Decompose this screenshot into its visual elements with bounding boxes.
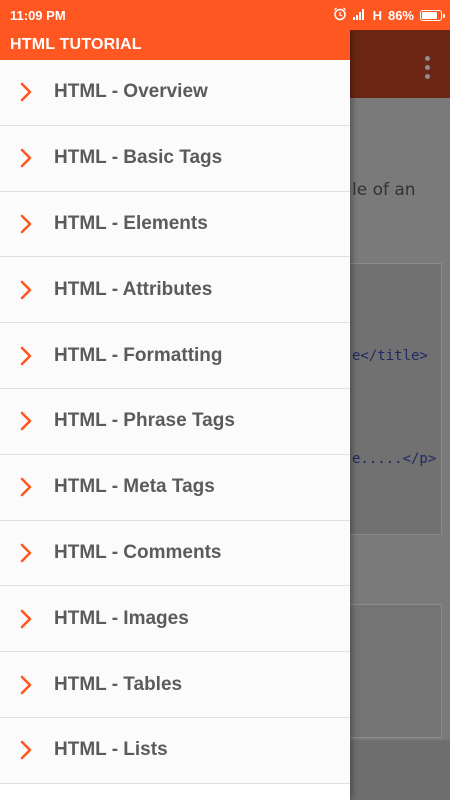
- menu-item[interactable]: HTML - Phrase Tags: [0, 388, 350, 455]
- menu-item-label: HTML - Phrase Tags: [54, 410, 235, 432]
- menu-item[interactable]: HTML - Images: [0, 586, 350, 653]
- menu-item-label: HTML - Attributes: [54, 278, 213, 300]
- chevron-right-icon: [0, 214, 54, 234]
- menu-item[interactable]: HTML - Basic Tags: [0, 125, 350, 192]
- menu-item-label: HTML - Comments: [54, 541, 222, 563]
- menu-item[interactable]: HTML - Elements: [0, 191, 350, 258]
- menu-item[interactable]: HTML - Attributes: [0, 257, 350, 324]
- chevron-right-icon: [0, 148, 54, 168]
- chevron-right-icon: [0, 477, 54, 497]
- status-time: 11:09 PM: [10, 7, 66, 23]
- drawer-menu-list: HTML - Overview HTML - Basic Tags HTML - E…: [0, 60, 350, 784]
- network-type: H: [372, 7, 382, 23]
- menu-item-label: HTML - Formatting: [54, 344, 223, 366]
- menu-item-label: HTML - Overview: [54, 81, 208, 103]
- status-icons: H 86%: [333, 7, 445, 24]
- chevron-right-icon: [0, 740, 54, 760]
- chevron-right-icon: [0, 346, 54, 366]
- menu-item[interactable]: HTML - Lists: [0, 717, 350, 784]
- signal-icon: [352, 8, 367, 23]
- menu-item[interactable]: HTML - Formatting: [0, 323, 350, 389]
- menu-item-label: HTML - Lists: [54, 739, 168, 761]
- menu-item[interactable]: HTML - Tables: [0, 652, 350, 718]
- menu-item-label: HTML - Meta Tags: [54, 476, 215, 498]
- battery-percent: 86%: [387, 7, 414, 23]
- battery-fill: [422, 11, 437, 19]
- navigation-drawer: HTML TUTORIAL HTML - Overview HTML - Basi…: [0, 30, 350, 800]
- chevron-right-icon: [0, 609, 54, 629]
- alarm-icon: [333, 7, 347, 24]
- background-code-line: e</title>: [352, 348, 428, 364]
- more-vert-icon[interactable]: [425, 56, 430, 79]
- drawer-title: HTML TUTORIAL: [0, 30, 350, 60]
- status-bar: 11:09 PM H 86%: [0, 0, 450, 30]
- menu-item[interactable]: HTML - Comments: [0, 520, 350, 587]
- chevron-right-icon: [0, 280, 54, 300]
- chevron-right-icon: [0, 82, 54, 102]
- menu-item-label: HTML - Tables: [54, 673, 183, 695]
- menu-item[interactable]: HTML - Meta Tags: [0, 454, 350, 521]
- background-text: le of an: [352, 180, 416, 200]
- battery-icon: [420, 9, 445, 21]
- menu-item-label: HTML - Basic Tags: [54, 147, 223, 169]
- chevron-right-icon: [0, 543, 54, 563]
- chevron-right-icon: [0, 675, 54, 695]
- menu-item-label: HTML - Elements: [54, 212, 208, 234]
- menu-item[interactable]: HTML - Overview: [0, 60, 350, 126]
- chevron-right-icon: [0, 411, 54, 431]
- background-code-line: e.....</p>: [352, 451, 437, 467]
- menu-item-label: HTML - Images: [54, 607, 189, 629]
